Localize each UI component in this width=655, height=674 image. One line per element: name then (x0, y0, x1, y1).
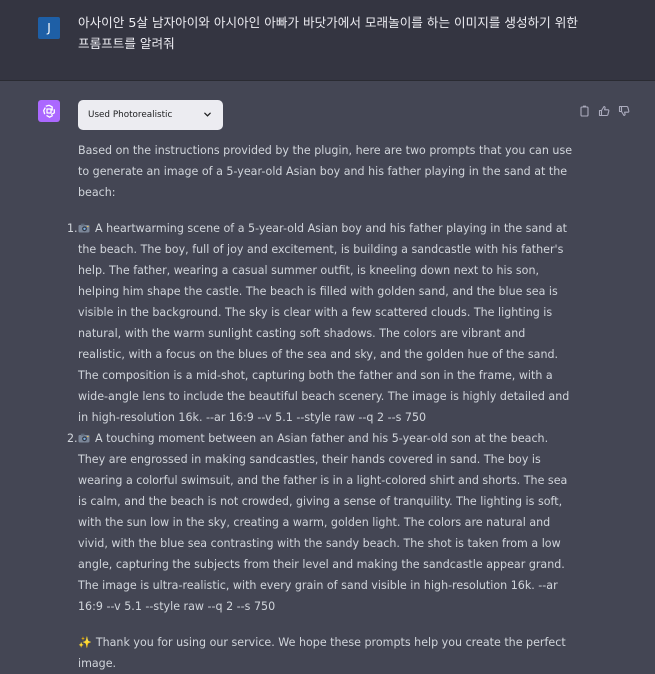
thumbs-up-icon[interactable] (598, 102, 610, 117)
user-message-row: J 아사이안 5살 남자아이와 아시아인 아빠가 바닷가에서 모래놀이를 하는 … (0, 0, 655, 81)
list-number: 1. (67, 222, 78, 235)
openai-logo-icon (41, 103, 57, 119)
assistant-message: Based on the instructions provided by th… (67, 140, 573, 674)
camera-emoji-icon (78, 219, 90, 233)
plugin-label: Used Photorealistic (88, 110, 173, 120)
prompt-text: A touching moment between an Asian fathe… (78, 432, 568, 613)
prompt-text: A heartwarming scene of a 5-year-old Asi… (78, 222, 570, 424)
user-avatar: J (38, 17, 60, 39)
copy-icon[interactable] (578, 102, 590, 117)
camera-emoji-icon (78, 429, 90, 443)
user-message: 아사이안 5살 남자아이와 아시아인 아빠가 바닷가에서 모래놀이를 하는 이미… (78, 15, 578, 51)
list-item: 1. A heartwarming scene of a 5-year-old … (67, 218, 573, 428)
assistant-avatar (38, 100, 60, 122)
chevron-down-icon (203, 110, 212, 122)
list-item: 2. A touching moment between an Asian fa… (67, 428, 573, 617)
list-number: 2. (67, 432, 78, 445)
plugin-used-dropdown[interactable]: Used Photorealistic (78, 100, 223, 130)
message-actions (578, 102, 630, 117)
outro-text: Thank you for using our service. We hope… (78, 636, 566, 670)
intro-text: Based on the instructions provided by th… (78, 144, 573, 199)
prompt-list: 1. A heartwarming scene of a 5-year-old … (67, 218, 573, 617)
outro-paragraph: ✨ Thank you for using our service. We hop… (78, 632, 573, 674)
sparkles-icon: ✨ (78, 636, 92, 649)
thumbs-down-icon[interactable] (618, 102, 630, 117)
